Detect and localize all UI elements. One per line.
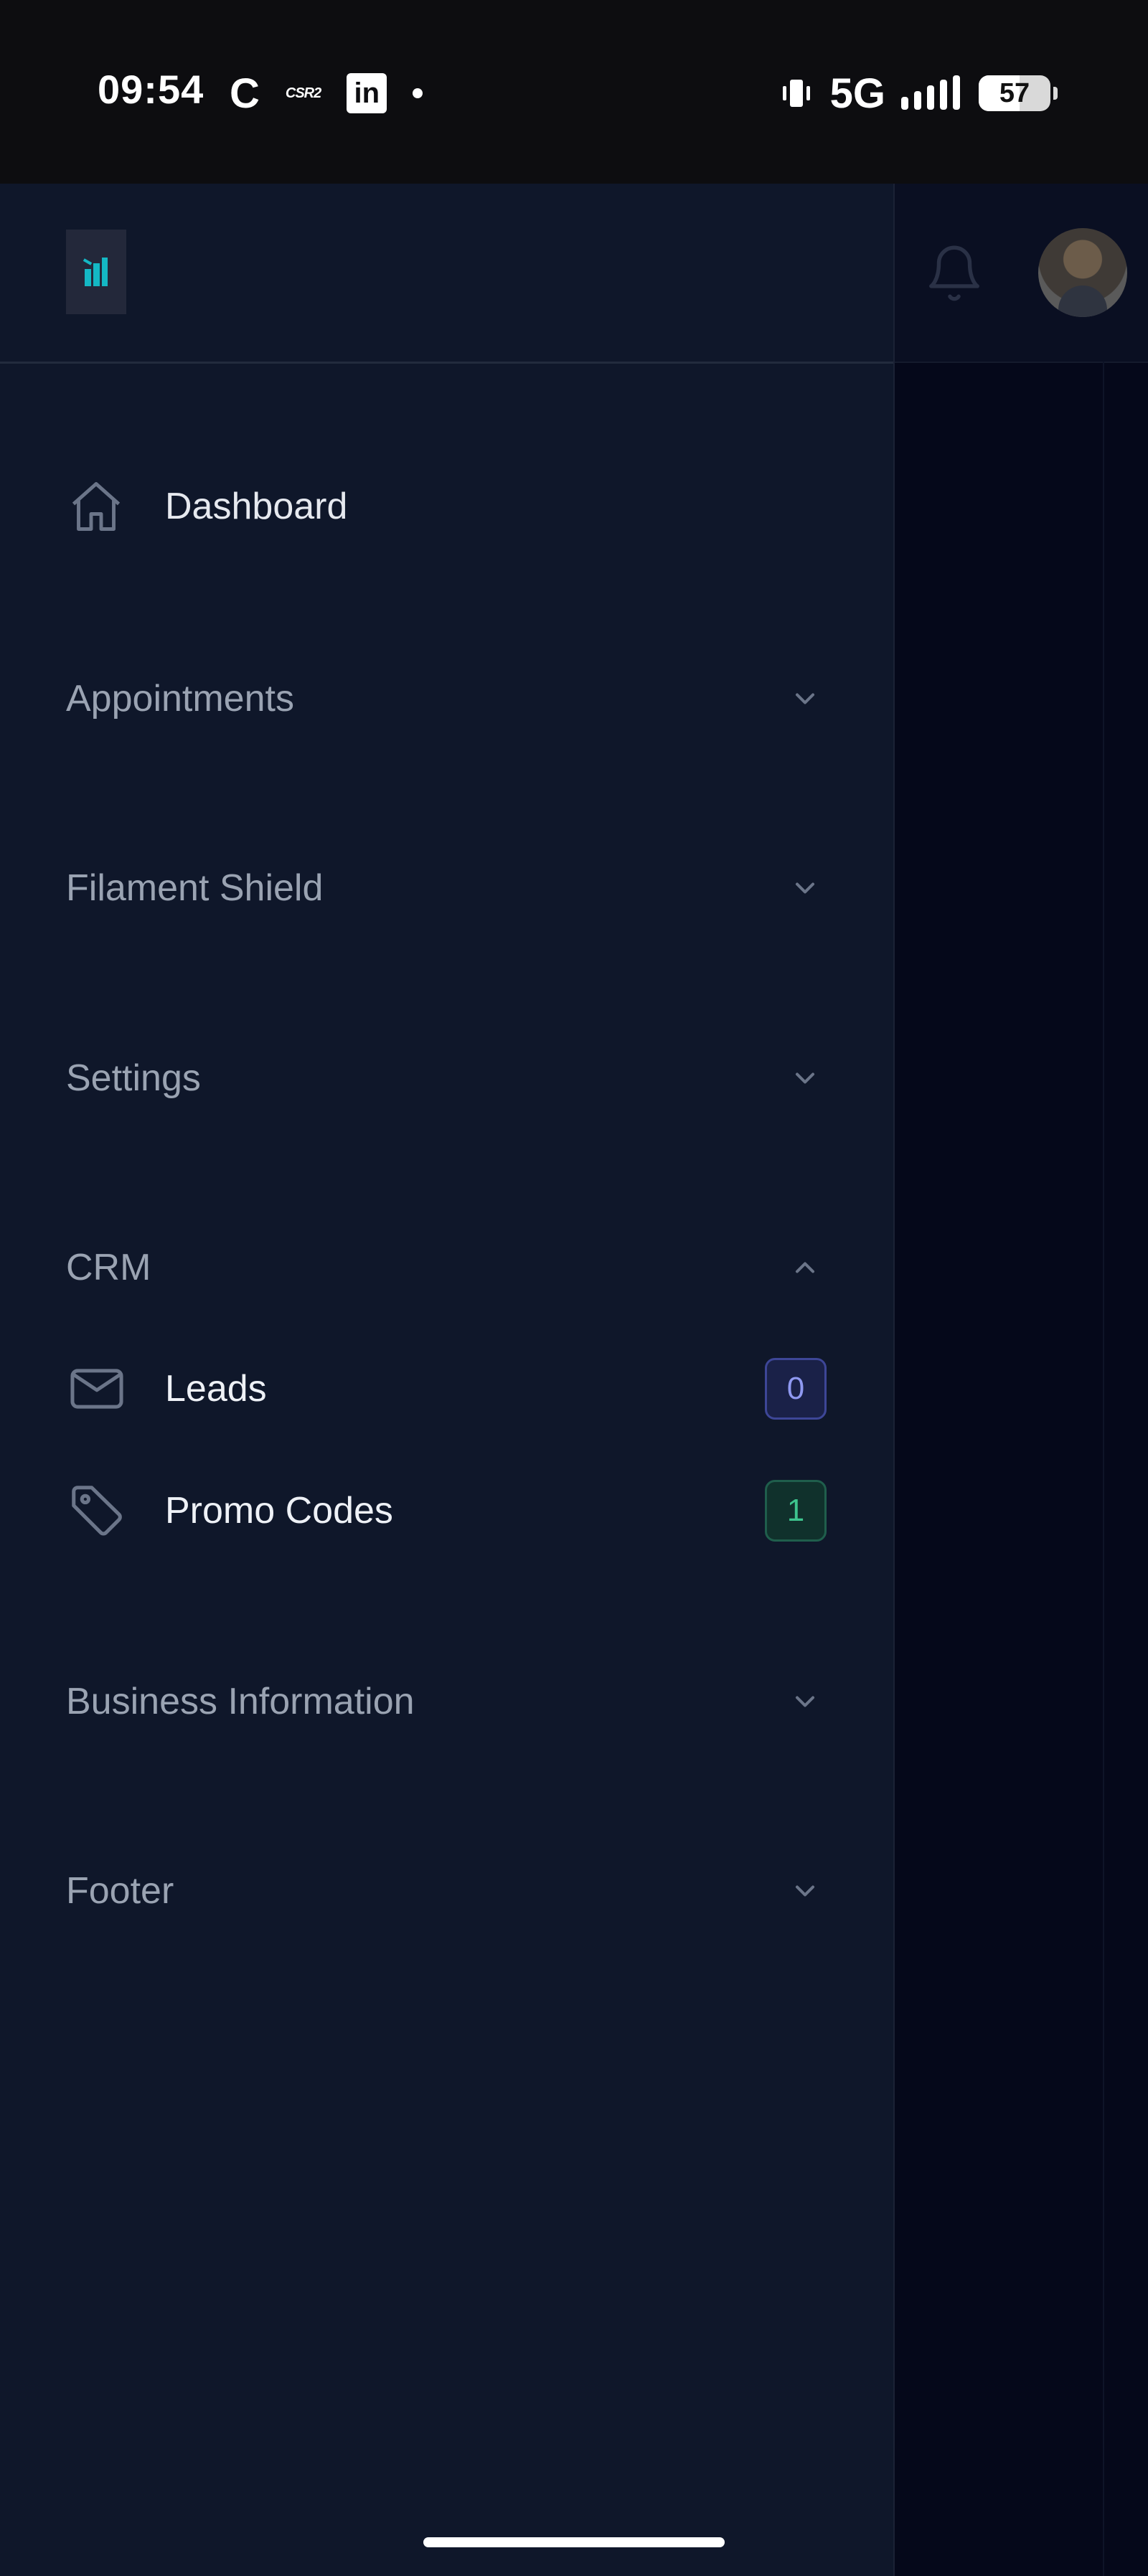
sidebar-group-crm[interactable]: CRM	[66, 1235, 827, 1300]
notification-icons: C CSR2 in	[230, 66, 423, 121]
c-icon: C	[230, 70, 260, 117]
clock: 09:54	[98, 67, 204, 112]
status-bar: 09:54 C CSR2 in 5G 57	[0, 0, 1148, 184]
sidebar-item-promo-codes[interactable]: Promo Codes 1	[66, 1476, 827, 1545]
sidebar-item-label: Promo Codes	[165, 1490, 393, 1532]
sidebar-header	[0, 184, 893, 364]
sidebar-drawer: Dashboard Appointments Filament Shield S…	[0, 184, 893, 2576]
leads-count-badge: 0	[765, 1358, 827, 1420]
divider	[1103, 362, 1104, 2576]
group-label: Settings	[66, 1057, 201, 1099]
group-label: Filament Shield	[66, 867, 324, 909]
sidebar-group-filament-shield[interactable]: Filament Shield	[66, 856, 827, 920]
chevron-down-icon[interactable]	[784, 1057, 827, 1100]
system-indicators: 5G 57	[778, 66, 1058, 121]
sidebar-item-label: Dashboard	[165, 486, 348, 527]
network-type: 5G	[829, 70, 885, 117]
chevron-down-icon[interactable]	[784, 1680, 827, 1723]
signal-icon	[901, 75, 960, 110]
vibrate-icon	[782, 80, 810, 107]
csr2-icon: CSR2	[285, 85, 321, 101]
battery-percent: 57	[999, 78, 1030, 108]
group-label: Appointments	[66, 678, 294, 720]
battery-indicator: 57	[979, 75, 1058, 111]
sidebar-item-leads[interactable]: Leads 0	[66, 1354, 827, 1423]
envelope-icon	[66, 1357, 129, 1420]
sidebar-group-settings[interactable]: Settings	[66, 1046, 827, 1110]
group-label: Business Information	[66, 1681, 415, 1722]
brand-logo-icon[interactable]	[66, 230, 126, 314]
sidebar-group-business-information[interactable]: Business Information	[66, 1669, 827, 1734]
chevron-down-icon[interactable]	[784, 867, 827, 910]
sidebar-group-footer[interactable]: Footer	[66, 1859, 827, 1923]
more-notifications-dot-icon	[413, 88, 423, 98]
chevron-down-icon[interactable]	[784, 677, 827, 720]
sidebar-group-appointments[interactable]: Appointments	[66, 666, 827, 731]
sidebar-item-label: Leads	[165, 1368, 267, 1410]
user-avatar[interactable]	[1038, 228, 1127, 317]
page-backdrop[interactable]	[893, 184, 1148, 2576]
home-icon	[66, 475, 129, 538]
chevron-down-icon[interactable]	[784, 1869, 827, 1912]
page-topbar	[895, 184, 1148, 363]
linkedin-icon: in	[347, 73, 387, 113]
group-label: Footer	[66, 1870, 174, 1912]
home-indicator[interactable]	[423, 2537, 725, 2547]
promo-codes-count-badge: 1	[765, 1480, 827, 1542]
tag-icon	[66, 1479, 129, 1542]
group-label: CRM	[66, 1247, 151, 1288]
chevron-up-icon[interactable]	[784, 1246, 827, 1289]
sidebar-item-dashboard[interactable]: Dashboard	[66, 475, 347, 538]
bell-icon[interactable]	[923, 242, 985, 304]
